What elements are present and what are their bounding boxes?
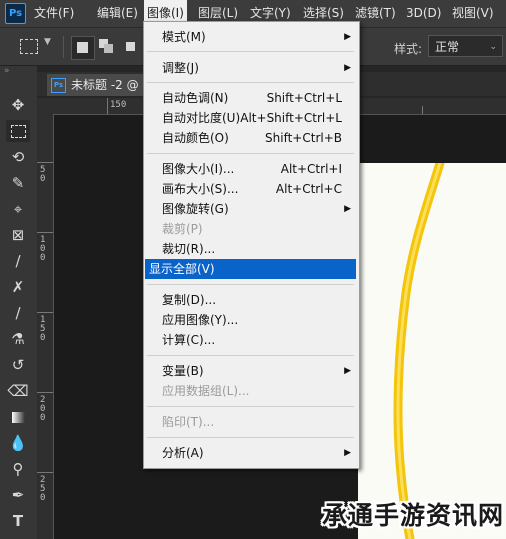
ruler-label: 200 — [40, 395, 46, 423]
tools-panel: » ✥ ⟲ ✎ ⌖ ⊠ ∕ ✗ ∕ ⚗ ↺ ⌫ 💧 ⚲ ✒ T — [0, 66, 37, 539]
menu-separator — [147, 51, 354, 52]
new-selection-icon — [77, 42, 88, 53]
ruler-label: 150 — [110, 100, 127, 110]
menu-edit[interactable]: 编辑(E) — [97, 0, 138, 27]
eyedropper-tool-icon[interactable]: ∕ — [6, 250, 30, 272]
add-to-selection-button[interactable] — [96, 36, 118, 58]
chevron-down-icon: ⌄ — [489, 42, 497, 52]
blur-tool-icon[interactable]: 💧 — [6, 432, 30, 454]
menu-item-image-size[interactable]: 图像大小(I)... Alt+Ctrl+I — [145, 159, 356, 179]
menu-item-duplicate[interactable]: 复制(D)... — [145, 290, 356, 310]
divider — [63, 36, 64, 58]
menu-item-calculations[interactable]: 计算(C)... — [145, 330, 356, 350]
menu-separator — [147, 153, 354, 154]
submenu-arrow-icon: ▶ — [344, 366, 351, 376]
menu-item-image-rotation[interactable]: 图像旋转(G) ▶ — [145, 199, 356, 219]
document-ps-icon: Ps — [51, 78, 66, 93]
menu-item-mode[interactable]: 模式(M) ▶ — [145, 27, 356, 47]
move-tool-icon[interactable]: ✥ — [6, 94, 30, 116]
menu-filter[interactable]: 滤镜(T) — [355, 0, 396, 27]
dodge-tool-icon[interactable]: ⚲ — [6, 458, 30, 480]
submenu-arrow-icon: ▶ — [344, 448, 351, 458]
watermark: 承通手游资讯网 — [322, 501, 505, 530]
menu-separator — [147, 82, 354, 83]
photoshop-logo: Ps — [5, 3, 26, 24]
eraser-tool-icon[interactable]: ⌫ — [6, 380, 30, 402]
pen-tool-icon[interactable]: ✒ — [6, 484, 30, 506]
menu-separator — [147, 284, 354, 285]
subtract-from-selection-button[interactable] — [122, 36, 144, 58]
menu-3d[interactable]: 3D(D) — [406, 0, 441, 27]
type-tool-icon[interactable]: T — [6, 510, 30, 532]
menu-item-trap: 陷印(T)... — [162, 415, 215, 429]
menu-item-reveal-all[interactable]: 显示全部(V) — [145, 259, 356, 279]
lasso-tool-icon[interactable]: ⟲ — [6, 146, 30, 168]
clone-stamp-tool-icon[interactable]: ⚗ — [6, 328, 30, 350]
menu-separator — [147, 355, 354, 356]
gradient-tool-icon[interactable] — [6, 406, 30, 428]
style-select-value: 正常 — [435, 40, 460, 54]
menu-item-crop: 裁剪(P) — [162, 222, 203, 236]
document-image[interactable] — [358, 163, 506, 539]
ruler-label: 100 — [40, 235, 46, 263]
chevron-down-icon[interactable]: ▼ — [44, 37, 51, 47]
menu-file[interactable]: 文件(F) — [34, 0, 74, 27]
yellow-stroke-graphic — [393, 163, 445, 539]
new-selection-button[interactable] — [71, 36, 95, 60]
subtract-selection-icon — [126, 42, 135, 51]
style-label: 样式: — [394, 42, 423, 56]
menu-separator — [147, 406, 354, 407]
ruler-label: 50 — [40, 165, 46, 184]
menu-item-adjustments[interactable]: 调整(J) ▶ — [145, 58, 356, 78]
menu-item-trim[interactable]: 裁切(R)... — [145, 239, 356, 259]
menu-item-apply-image[interactable]: 应用图像(Y)... — [145, 310, 356, 330]
healing-brush-tool-icon[interactable]: ✗ — [6, 276, 30, 298]
menu-item-apply-data-set: 应用数据组(L)... — [162, 384, 250, 398]
rect-marquee-preset-icon[interactable] — [20, 39, 38, 54]
document-title: 未标题 -2 @ 1 — [71, 78, 151, 92]
menu-item-auto-tone[interactable]: 自动色调(N) Shift+Ctrl+L — [145, 88, 356, 108]
menu-item-analysis[interactable]: 分析(A) ▶ — [145, 443, 356, 463]
brush-tool-icon[interactable]: ∕ — [6, 302, 30, 324]
history-brush-tool-icon[interactable]: ↺ — [6, 354, 30, 376]
menu-separator — [147, 437, 354, 438]
style-select[interactable]: 正常 ⌄ — [428, 35, 503, 57]
submenu-arrow-icon: ▶ — [344, 63, 351, 73]
image-menu-dropdown: 模式(M) ▶ 调整(J) ▶ 自动色调(N) Shift+Ctrl+L 自动对… — [143, 21, 360, 469]
submenu-arrow-icon: ▶ — [344, 204, 351, 214]
ruler-label: 250 — [40, 475, 46, 503]
menu-item-auto-contrast[interactable]: 自动对比度(U) Alt+Shift+Ctrl+L — [145, 108, 356, 128]
menu-item-auto-color[interactable]: 自动颜色(O) Shift+Ctrl+B — [145, 128, 356, 148]
submenu-arrow-icon: ▶ — [344, 32, 351, 42]
ruler-label: 150 — [40, 315, 46, 343]
crop-tool-icon[interactable]: ⌖ — [6, 198, 30, 220]
menu-item-canvas-size[interactable]: 画布大小(S)... Alt+Ctrl+C — [145, 179, 356, 199]
panel-grip-icon[interactable]: » — [4, 66, 9, 76]
quick-select-tool-icon[interactable]: ✎ — [6, 172, 30, 194]
menu-view[interactable]: 视图(V) — [452, 0, 494, 27]
marquee-tool-icon[interactable] — [6, 120, 30, 142]
frame-tool-icon[interactable]: ⊠ — [6, 224, 30, 246]
vertical-ruler: 50 100 150 200 250 — [37, 114, 54, 539]
menu-item-variables[interactable]: 变量(B) ▶ — [145, 361, 356, 381]
